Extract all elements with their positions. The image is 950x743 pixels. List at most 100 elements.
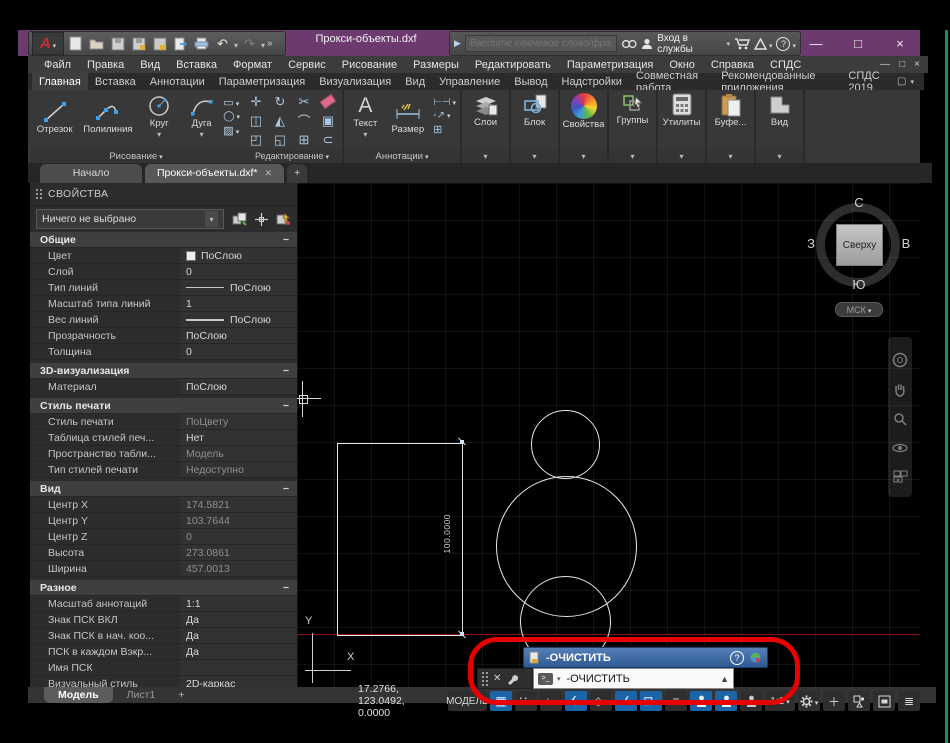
open-file-button[interactable] [87, 35, 106, 53]
status-menu-button[interactable]: ≣ [898, 691, 920, 711]
transfer-button[interactable] [171, 35, 190, 53]
panel-view[interactable]: Вид [756, 90, 805, 163]
ribbon-tab-visualize[interactable]: Визуализация [312, 71, 398, 92]
dimension-text[interactable]: 100.0000 [442, 513, 452, 554]
ribbon-tab-parametric[interactable]: Параметризация [212, 71, 312, 92]
panel-clipboard-caret[interactable] [707, 149, 754, 163]
new-file-button[interactable] [66, 35, 85, 53]
save-as-button[interactable] [129, 35, 148, 53]
quick-select-button[interactable] [276, 212, 291, 226]
isolate-objects-button[interactable] [848, 691, 870, 711]
viewcube-east[interactable]: В [899, 236, 913, 251]
drawing-canvas[interactable]: 100.0000 Y X С Ю З В Сверху МСК [297, 183, 920, 687]
crosshair-size-button[interactable]: ＋ [823, 691, 845, 711]
circle-small-top-entity[interactable] [531, 410, 600, 479]
rotate-button[interactable]: ↻ [271, 94, 290, 110]
arc-button[interactable]: Дуга [182, 91, 221, 140]
polyline-button[interactable]: Полилиния [79, 97, 136, 135]
dimension-line[interactable] [462, 443, 463, 635]
help-button[interactable]: ? [776, 35, 796, 53]
extrude-button[interactable]: ▣ [319, 113, 338, 129]
ellipse-button[interactable]: ◯ [223, 111, 240, 122]
minimize-button[interactable]: — [795, 31, 837, 55]
prop-section-misc[interactable]: Разное [30, 580, 297, 596]
ribbon-tab-annotate[interactable]: Аннотации [143, 71, 212, 92]
trim-button[interactable]: ✂ [295, 94, 314, 110]
redo-caret-icon[interactable] [261, 35, 265, 53]
showmotion-icon[interactable] [893, 470, 908, 483]
close-button[interactable]: × [879, 31, 921, 55]
panel-annotate-footer[interactable]: Аннотации [344, 149, 460, 163]
undo-caret-icon[interactable] [234, 35, 238, 53]
file-tab-close-icon[interactable]: ✕ [265, 168, 273, 179]
viewcube-west[interactable]: З [804, 236, 818, 251]
prop-section-plotstyle[interactable]: Стиль печати [30, 398, 297, 414]
wcs-dropdown[interactable]: МСК [835, 302, 883, 317]
zoom-icon[interactable] [893, 412, 908, 427]
panel-view-caret[interactable] [756, 149, 803, 163]
ribbon-tab-featured-apps[interactable]: Рекомендованные приложения [714, 71, 841, 92]
viewcube-north[interactable]: С [849, 195, 869, 210]
panel-properties-caret[interactable] [560, 149, 607, 163]
viewcube-south[interactable]: Ю [849, 277, 869, 292]
panel-groups-caret[interactable] [609, 149, 656, 163]
ribbon-tab-manage[interactable]: Управление [432, 71, 507, 92]
text-button[interactable]: A Текст [348, 91, 383, 140]
file-tab-new[interactable]: + [287, 164, 307, 183]
panel-layers[interactable]: Слои [462, 90, 511, 163]
ribbon-tab-output[interactable]: Вывод [507, 71, 554, 92]
panel-utilities-caret[interactable] [658, 149, 705, 163]
linear-dim-button[interactable]: ⊢⊣ [433, 97, 456, 108]
undo-button[interactable]: ↶ [213, 35, 232, 53]
ribbon-tab-insert[interactable]: Вставка [88, 71, 143, 92]
selection-dropdown[interactable]: Ничего не выбрано [36, 209, 224, 229]
signin-button[interactable]: Вход в службы [657, 33, 730, 55]
print-button[interactable] [192, 35, 211, 53]
panel-draw-footer[interactable]: Рисование [30, 149, 242, 163]
tab-layout1[interactable]: Лист1 [113, 687, 170, 703]
panel-groups[interactable]: Группы [609, 90, 658, 163]
file-tab-active[interactable]: Прокси-объекты.dxf* ✕ [145, 164, 284, 183]
orbit-icon[interactable] [892, 441, 908, 455]
copy-button[interactable]: ◫ [247, 113, 266, 129]
collapse-icon[interactable] [283, 365, 289, 377]
search-icon[interactable] [621, 38, 637, 50]
pan-icon[interactable] [893, 382, 907, 397]
dimension-button[interactable]: Размер [387, 97, 429, 135]
hatch-button[interactable]: ▨ [223, 124, 240, 137]
move-button[interactable]: ✛ [247, 94, 266, 110]
collapse-icon[interactable] [283, 400, 289, 412]
select-objects-button[interactable] [255, 213, 268, 226]
prop-section-3d[interactable]: 3D-визуализация [30, 363, 297, 379]
prop-section-view[interactable]: Вид [30, 481, 297, 497]
customization-gear-button[interactable] [798, 691, 820, 711]
circle-button[interactable]: Круг [138, 91, 179, 140]
cart-icon[interactable] [734, 37, 750, 50]
array-button[interactable]: ⊞ [295, 132, 314, 148]
panel-layers-caret[interactable] [462, 149, 509, 163]
save-all-button[interactable] [150, 35, 169, 53]
file-tab-start[interactable]: Начало [40, 164, 142, 183]
lasso-button[interactable]: ⊂ [319, 132, 338, 148]
panel-block[interactable]: Блок [511, 90, 560, 163]
redo-button[interactable]: ↷ [240, 35, 259, 53]
fillet-button[interactable]: ⌒ [295, 113, 314, 129]
navwheel-icon[interactable] [892, 352, 908, 368]
ribbon-tab-view[interactable]: Вид [398, 71, 432, 92]
collapse-icon[interactable] [283, 234, 289, 246]
panel-edit-footer[interactable]: Редактирование [242, 149, 342, 163]
viewcube-face-top[interactable]: Сверху [836, 224, 883, 266]
leader-button[interactable]: ◦↗ [433, 110, 456, 121]
stretch-button[interactable]: ◰ [247, 132, 266, 148]
ribbon-display-button[interactable]: ▢ [897, 76, 924, 87]
line-button[interactable]: Отрезок [32, 97, 77, 135]
prop-section-general[interactable]: Общие [30, 232, 297, 248]
user-icon[interactable] [641, 38, 653, 50]
search-input[interactable] [465, 35, 617, 52]
save-button[interactable] [108, 35, 127, 53]
ribbon-tab-home[interactable]: Главная [32, 71, 88, 92]
toggle-pickadd-button[interactable] [232, 212, 247, 226]
qat-expand-icon[interactable]: » [267, 38, 271, 49]
panel-utilities[interactable]: Утилиты [658, 90, 707, 163]
app-menu-button[interactable]: A [32, 32, 64, 55]
